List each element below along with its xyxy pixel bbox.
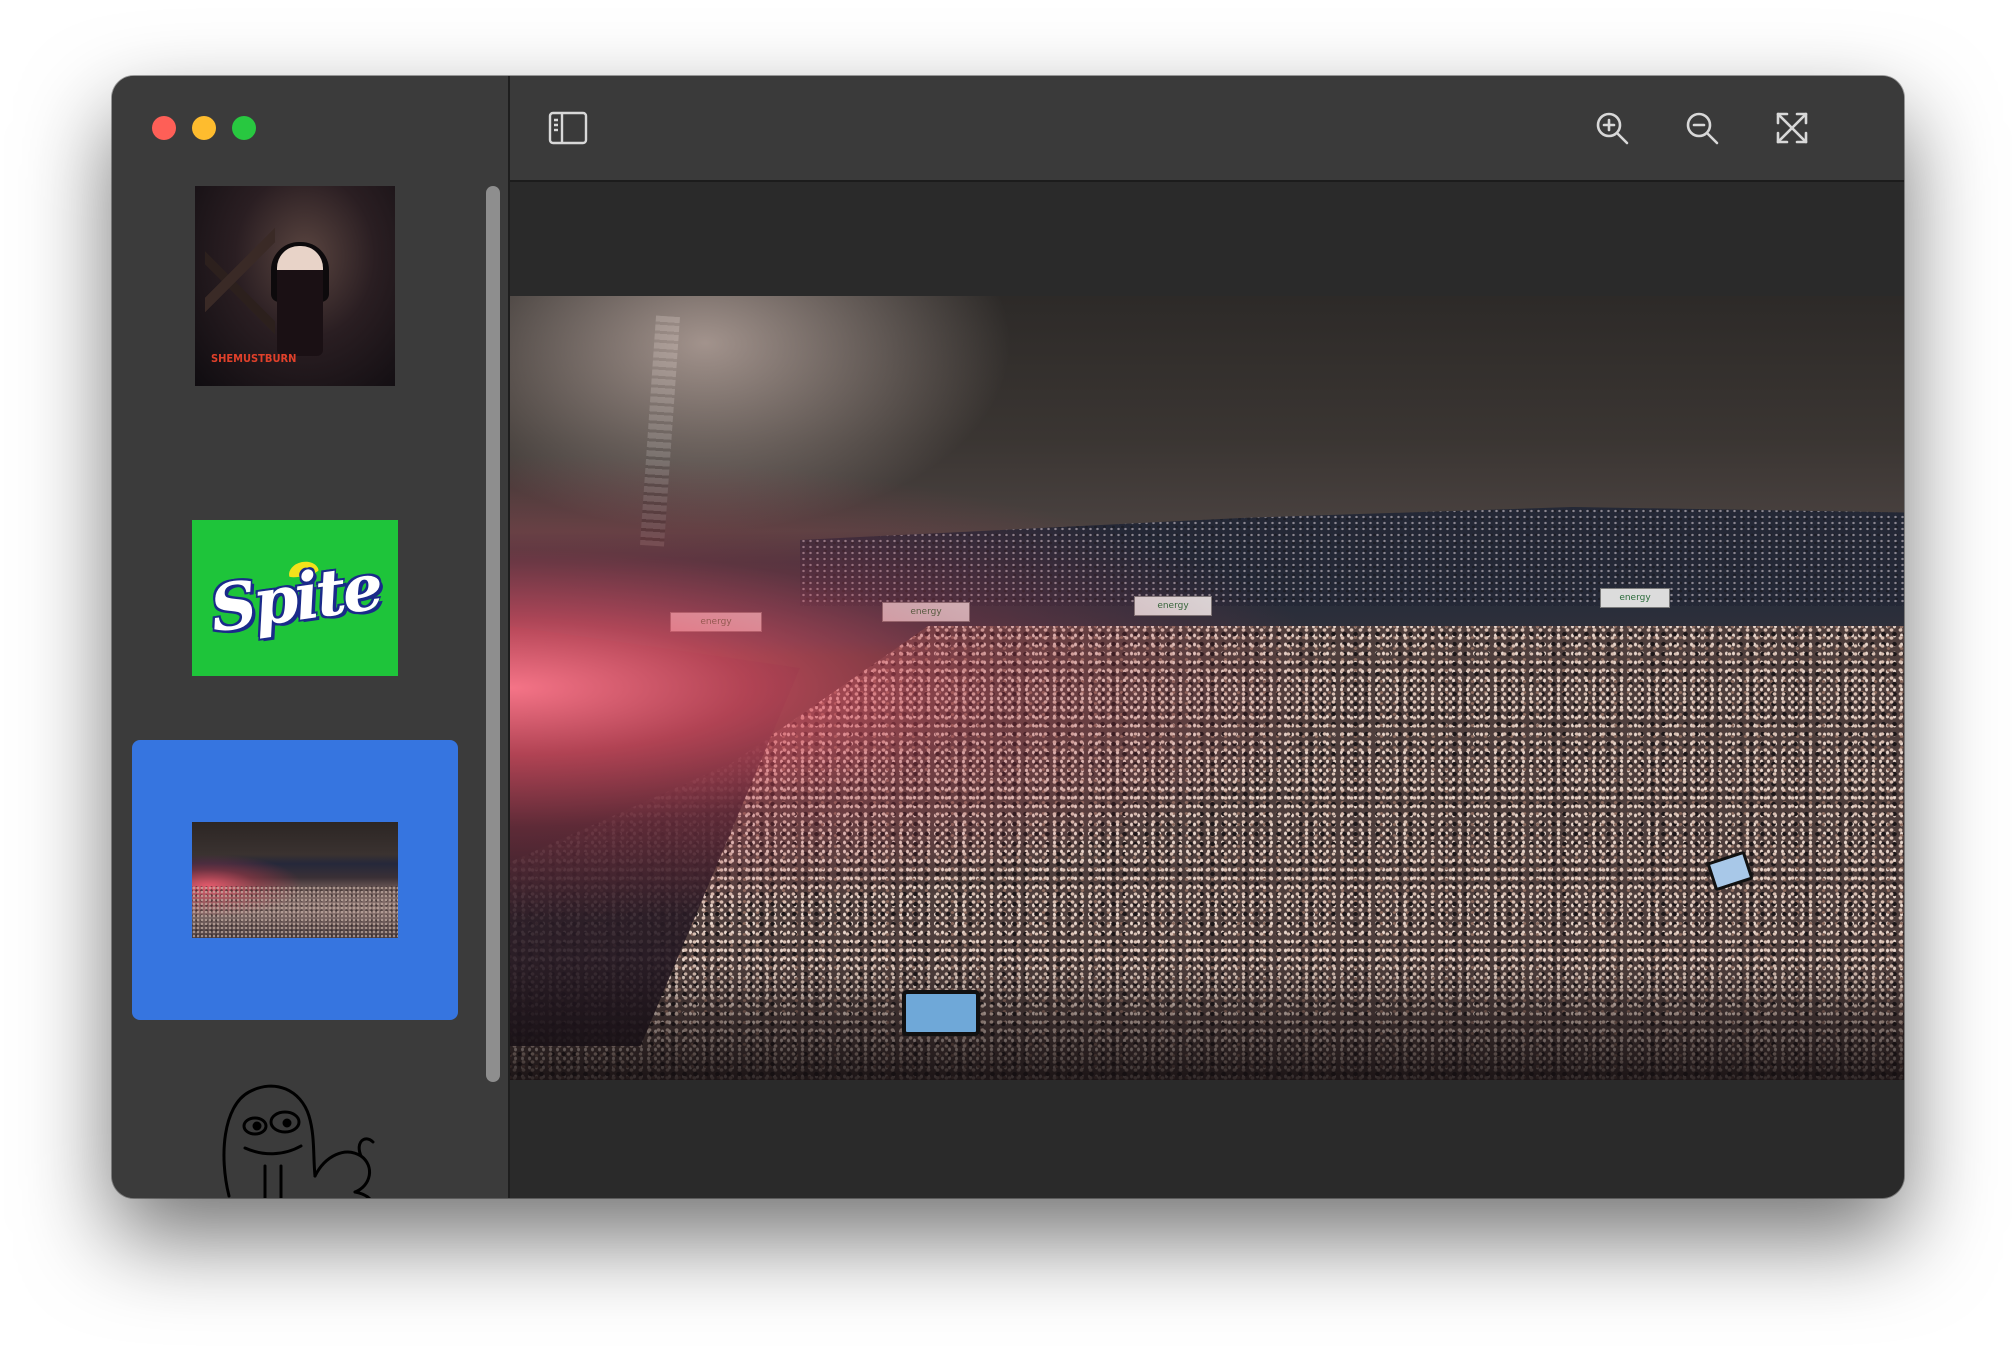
thumbnail-sketch-drawing[interactable] bbox=[132, 1056, 458, 1198]
concert-thumbnail-image bbox=[192, 822, 398, 938]
close-button[interactable] bbox=[152, 116, 176, 140]
thumbnail-album-art[interactable]: SHEMUSTBURN bbox=[132, 186, 458, 386]
sidebar-scrollbar[interactable] bbox=[486, 186, 500, 1082]
album-art-image: SHEMUSTBURN bbox=[195, 186, 395, 386]
zoom-button[interactable] bbox=[232, 116, 256, 140]
album-title-text: SHEMUSTBURN bbox=[211, 352, 297, 365]
window-controls bbox=[152, 116, 256, 140]
sidebar-left-icon bbox=[548, 111, 588, 145]
concert-crowd-photo: energy energy energy energy bbox=[510, 296, 1904, 1080]
phone-screen bbox=[902, 990, 980, 1036]
sidebar-toggle-button[interactable] bbox=[548, 108, 588, 148]
spite-logo-text: Spite bbox=[205, 548, 385, 648]
arrows-expand-icon bbox=[1776, 112, 1808, 144]
zoom-out-button[interactable] bbox=[1682, 108, 1722, 148]
zoom-out-icon bbox=[1686, 112, 1719, 145]
spite-logo-image: Spite bbox=[192, 520, 398, 676]
viewer-toolbar bbox=[510, 76, 1904, 182]
image-viewer-window: SHEMUSTBURN Spite bbox=[112, 76, 1904, 1198]
zoom-in-button[interactable] bbox=[1592, 108, 1632, 148]
thumbnail-concert-photo[interactable] bbox=[132, 740, 458, 1020]
thumbnail-sidebar: SHEMUSTBURN Spite bbox=[112, 76, 510, 1198]
fullscreen-button[interactable] bbox=[1772, 108, 1812, 148]
thumbnail-spite-logo[interactable]: Spite bbox=[132, 520, 458, 676]
image-viewer-canvas[interactable]: energy energy energy energy bbox=[510, 182, 1904, 1198]
minimize-button[interactable] bbox=[192, 116, 216, 140]
foreground-crowd bbox=[510, 960, 1904, 1080]
sketch-drawing-image bbox=[205, 1056, 385, 1198]
zoom-in-icon bbox=[1596, 112, 1629, 145]
